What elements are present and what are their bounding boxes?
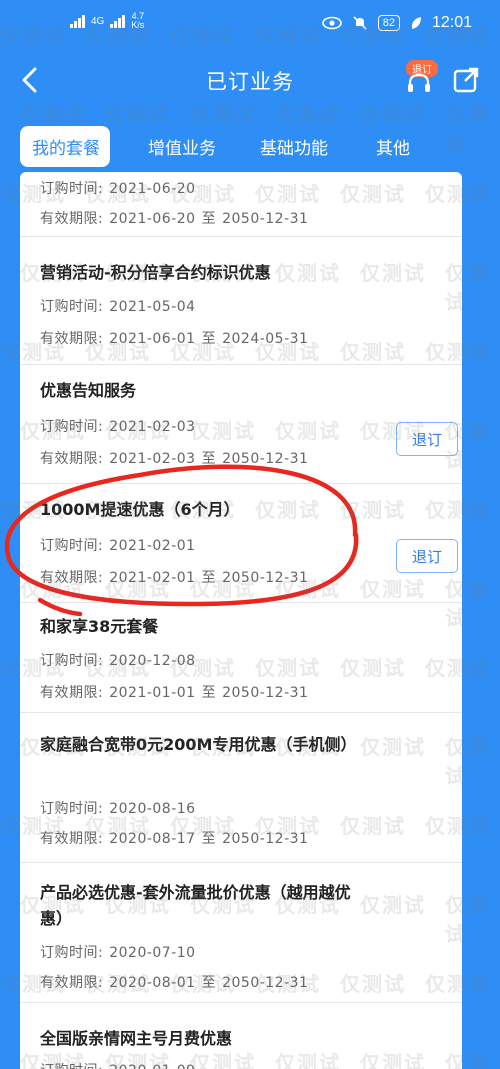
order-time-row: 订购时间: 2021-02-01 (40, 535, 196, 555)
valid-to: 2050-12-31 (222, 570, 309, 586)
valid-from: 2021-02-03 (109, 451, 196, 467)
clock: 12:01 (431, 14, 472, 31)
validity-label: 有效期限: (40, 975, 104, 991)
valid-from: 2021-06-20 (109, 211, 196, 227)
order-time-row: 订购时间: 2020-12-08 (40, 650, 196, 670)
header: 已订业务 退订 (0, 56, 500, 104)
validity-label: 有效期限: (40, 570, 104, 586)
valid-to: 2050-12-31 (222, 975, 309, 991)
order-time-row: 订购时间: 2020-07-10 (40, 942, 196, 962)
order-time-row: 订购时间: 2021-02-03 (40, 416, 196, 436)
list-item: 1000M提速优惠（6个月） 订购时间: 2021-02-01 有效期限: 2021… (20, 483, 462, 603)
valid-to: 2024-05-31 (222, 331, 309, 347)
status-bar: 4G 4.7 K/s 82 12:01 (0, 0, 500, 56)
order-time-label: 订购时间: (40, 801, 104, 817)
signal-icon-2 (110, 14, 126, 28)
valid-from: 2020-08-01 (109, 975, 196, 991)
network-type: 4G (91, 15, 105, 27)
to-label: 至 (201, 975, 217, 991)
list-item: 家庭融合宽带0元200M专用优惠（手机侧） 订购时间: 2020-08-16 有效… (20, 712, 462, 863)
subscription-name: 全国版亲情网主号月费优惠 (40, 1029, 233, 1048)
mute-icon (353, 16, 367, 30)
list-item: 全国版亲情网主号月费优惠 订购时间: 2020-01-09 (20, 1002, 462, 1069)
network-speed-unit: K/s (131, 20, 145, 30)
list-item: 营销活动-积分倍享合约标识优惠 订购时间: 2021-05-04 有效期限: 202… (20, 236, 462, 365)
list-item: 产品必选优惠-套外流量批价优惠（越用越优惠） 订购时间: 2020-07-10 有… (20, 862, 462, 1003)
unsubscribe-button[interactable]: 退订 (396, 422, 458, 456)
eye-icon (321, 16, 342, 30)
battery-level: 82 (382, 17, 395, 29)
to-label: 至 (201, 570, 217, 586)
order-time-label: 订购时间: (40, 945, 104, 961)
validity-row: 有效期限: 2020-08-01 至 2050-12-31 (40, 972, 308, 992)
validity-row: 有效期限: 2021-02-03 至 2050-12-31 (40, 448, 308, 468)
validity-row: 有效期限: 2021-01-01 至 2050-12-31 (40, 682, 308, 702)
order-time-value: 2020-07-10 (109, 945, 196, 961)
list-item: 和家享38元套餐 订购时间: 2020-12-08 有效期限: 2021-01-01… (20, 602, 462, 713)
headset-icon[interactable] (406, 72, 432, 94)
order-time-label: 订购时间: (40, 181, 104, 197)
validity-row: 有效期限: 2020-08-17 至 2050-12-31 (40, 828, 308, 848)
tab-other[interactable]: 其他 (376, 134, 410, 159)
validity-label: 有效期限: (40, 331, 104, 347)
tab-my-package[interactable]: 我的套餐 (20, 126, 110, 167)
order-time-value: 2020-01-09 (109, 1063, 195, 1069)
valid-from: 2020-08-17 (109, 831, 196, 847)
valid-from: 2021-01-01 (109, 685, 196, 701)
order-time-label: 订购时间: (40, 538, 104, 554)
order-time-label: 订购时间: (40, 419, 104, 435)
valid-from: 2021-06-01 (109, 331, 196, 347)
order-time-value: 2021-02-03 (109, 419, 196, 435)
category-tabs: 我的套餐 增值业务 基础功能 其他 (0, 126, 500, 172)
subscription-list: 订购时间: 2021-06-20 有效期限: 2021-06-20 至 2050-12-… (20, 172, 462, 1069)
to-label: 至 (201, 685, 217, 701)
share-icon[interactable] (452, 66, 480, 94)
order-time-value: 2021-02-01 (109, 538, 196, 554)
status-right: 82 12:01 (321, 14, 472, 32)
order-time-row: 订购时间: 2020-01-09 (40, 1060, 196, 1069)
validity-row: 有效期限: 2021-06-20 至 2050-12-31 (40, 208, 308, 228)
order-time-label: 订购时间: (40, 653, 104, 669)
order-time-label: 订购时间: (40, 1063, 103, 1069)
valid-to: 2050-12-31 (222, 831, 309, 847)
to-label: 至 (201, 331, 217, 347)
leaf-icon (411, 17, 421, 29)
validity-label: 有效期限: (40, 685, 104, 701)
tab-value-added[interactable]: 增值业务 (148, 134, 216, 159)
network-speed: 4.7 K/s (131, 12, 144, 30)
subscription-name: 1000M提速优惠（6个月） (40, 500, 240, 519)
order-time-label: 订购时间: (40, 299, 104, 315)
order-time-value: 2021-06-20 (109, 181, 196, 197)
validity-label: 有效期限: (40, 831, 104, 847)
battery-icon: 82 (377, 15, 400, 31)
valid-to: 2050-12-31 (222, 685, 309, 701)
order-time-row: 订购时间: 2021-05-04 (40, 296, 196, 316)
order-time-row: 订购时间: 2020-08-16 (40, 798, 196, 818)
subscription-name: 优惠告知服务 (40, 381, 137, 400)
to-label: 至 (201, 831, 217, 847)
validity-label: 有效期限: (40, 211, 104, 227)
unsubscribe-button[interactable]: 退订 (396, 539, 458, 573)
validity-row: 有效期限: 2021-02-01 至 2050-12-31 (40, 567, 308, 587)
list-item: 优惠告知服务 订购时间: 2021-02-03 有效期限: 2021-02-03 至 2… (20, 364, 462, 484)
valid-to: 2050-12-31 (222, 451, 309, 467)
signal-icon (70, 14, 85, 28)
subscription-name: 产品必选优惠-套外流量批价优惠（越用越优惠） (40, 883, 351, 928)
validity-row: 有效期限: 2021-06-01 至 2024-05-31 (40, 328, 308, 348)
valid-to: 2050-12-31 (222, 211, 309, 227)
to-label: 至 (201, 211, 217, 227)
subscription-name: 营销活动-积分倍享合约标识优惠 (40, 263, 271, 282)
list-item: 订购时间: 2021-06-20 有效期限: 2021-06-20 至 2050-12-… (20, 172, 462, 237)
subscription-name: 家庭融合宽带0元200M专用优惠（手机侧） (40, 735, 357, 754)
tab-basic-functions[interactable]: 基础功能 (260, 134, 328, 159)
order-time-value: 2020-12-08 (109, 653, 196, 669)
order-time-value: 2021-05-04 (109, 299, 196, 315)
to-label: 至 (201, 451, 217, 467)
valid-from: 2021-02-01 (109, 570, 196, 586)
order-time-value: 2020-08-16 (109, 801, 196, 817)
validity-label: 有效期限: (40, 451, 104, 467)
subscription-name: 和家享38元套餐 (40, 617, 159, 636)
status-left: 4G 4.7 K/s (70, 12, 144, 30)
order-time-row: 订购时间: 2021-06-20 (40, 178, 196, 198)
